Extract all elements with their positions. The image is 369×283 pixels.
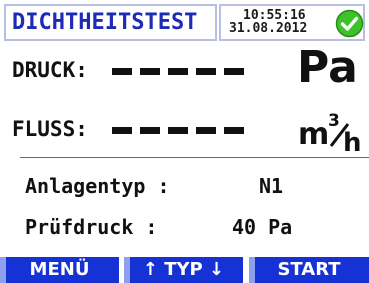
flow-unit: m 3 h bbox=[298, 111, 362, 152]
system-type-label: Anlagentyp : bbox=[25, 174, 170, 198]
flow-value-placeholder bbox=[112, 127, 244, 134]
menu-button-label: MENÜ bbox=[29, 259, 90, 280]
pressure-label: DRUCK: bbox=[12, 58, 88, 82]
flow-unit-base: m bbox=[298, 117, 329, 152]
start-button[interactable]: START bbox=[249, 257, 369, 283]
flow-unit-denominator: h bbox=[343, 128, 362, 152]
test-pressure-value: 40 Pa bbox=[232, 215, 293, 239]
clock-date: 31.08.2012 bbox=[229, 21, 308, 36]
screen-title: DICHTHEITSTEST bbox=[12, 10, 198, 35]
system-type-value: N1 bbox=[259, 174, 284, 198]
flow-unit-exponent: 3 bbox=[328, 111, 340, 131]
flow-label: FLUSS: bbox=[12, 117, 88, 141]
type-select-button-label: ↑ TYP ↓ bbox=[142, 259, 225, 280]
datetime-panel: 10:55:16 31.08.2012 bbox=[219, 4, 365, 41]
divider bbox=[20, 157, 369, 158]
pressure-value-placeholder bbox=[112, 68, 244, 75]
test-pressure-label: Prüfdruck : bbox=[25, 215, 158, 239]
type-select-button[interactable]: ↑ TYP ↓ bbox=[124, 257, 243, 283]
title-panel: DICHTHEITSTEST bbox=[4, 4, 217, 41]
start-button-label: START bbox=[277, 259, 341, 280]
menu-button[interactable]: MENÜ bbox=[0, 257, 119, 283]
pressure-unit: Pa bbox=[297, 42, 358, 93]
check-circle-icon bbox=[335, 9, 364, 38]
device-screen: DICHTHEITSTEST 10:55:16 31.08.2012 DRUCK… bbox=[0, 0, 369, 283]
